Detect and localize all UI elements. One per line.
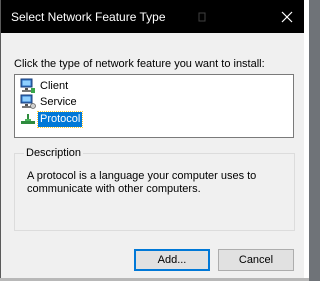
select-network-feature-dialog: Select Network Feature Type Click the ty… [0,0,304,278]
list-item-label: Client [40,79,69,92]
window-title: Select Network Feature Type [11,10,166,24]
feature-type-list[interactable]: Client Service Protocol [14,74,294,138]
description-group: Description A protocol is a language you… [14,147,295,231]
add-button[interactable]: Add... [134,249,210,271]
title-bar[interactable]: Select Network Feature Type [1,0,304,33]
list-item-service[interactable]: Service [20,94,79,110]
list-item-client[interactable]: Client [20,78,70,94]
list-item-label: Protocol [36,110,84,128]
description-legend: Description [24,147,84,159]
title-bar-ghost-icon [198,12,206,22]
client-computer-icon [20,78,36,94]
close-icon [281,11,293,22]
list-item-protocol[interactable]: Protocol [20,110,84,128]
close-button[interactable] [270,0,304,33]
protocol-network-icon [20,111,36,127]
background-desktop-strip [304,0,309,281]
service-computer-icon [20,94,36,110]
cancel-button[interactable]: Cancel [218,249,294,271]
description-text: A protocol is a language your computer u… [27,170,257,195]
list-item-label: Service [40,95,77,108]
instruction-label: Click the type of network feature you wa… [14,58,265,70]
